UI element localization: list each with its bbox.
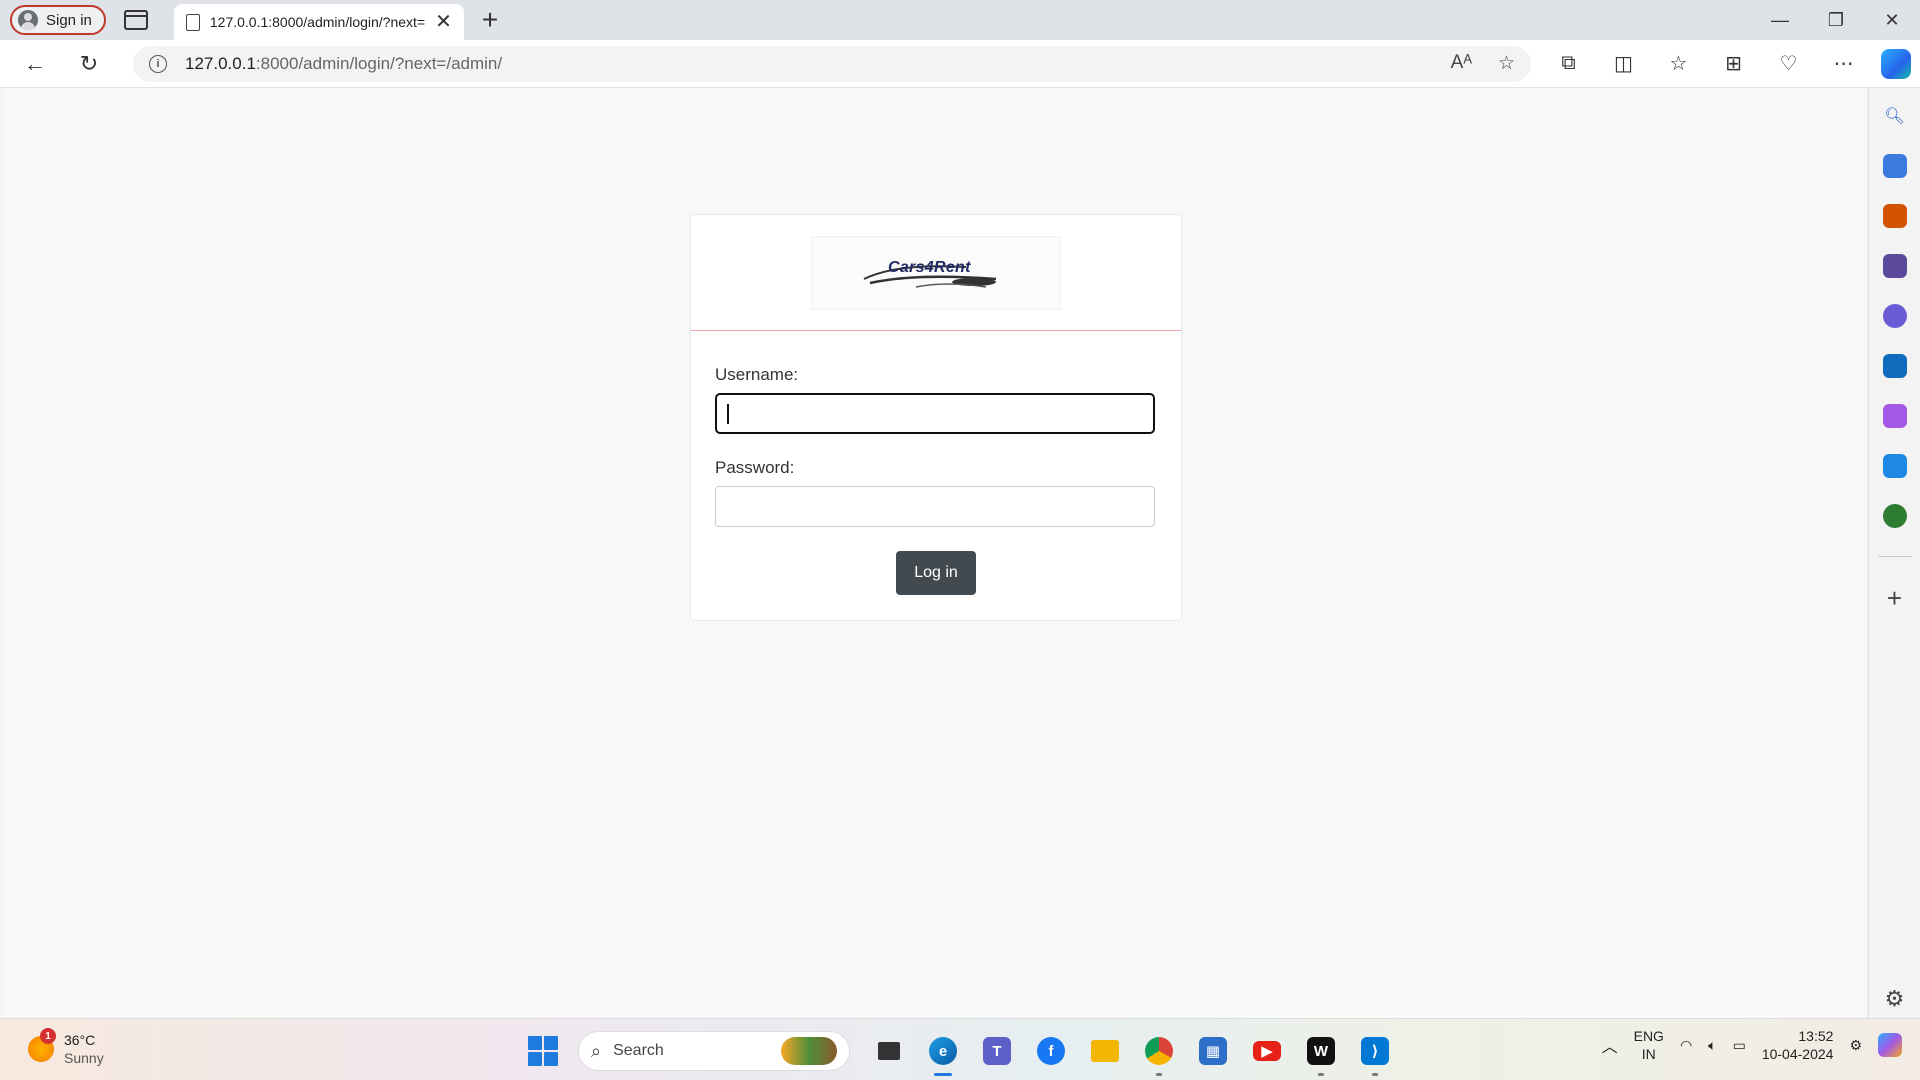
teams-icon[interactable]: T (975, 1029, 1019, 1073)
search-icon: ⌕ (591, 1040, 602, 1061)
text-caret (727, 404, 729, 424)
page-viewport: Cars4Rent Username: Password: Log in (4, 88, 1866, 1018)
add-sidebar-app-icon[interactable]: + (1887, 583, 1902, 614)
back-icon[interactable]: ← (15, 44, 55, 84)
edge-icon[interactable]: e (921, 1029, 965, 1076)
weather-badge: 1 (40, 1028, 56, 1044)
sidebar-divider (1877, 556, 1912, 557)
tab-actions-icon[interactable] (123, 10, 148, 30)
system-tray: ︿ ENG IN ◠ 🔈︎ ▭ 13:52 10-04-2024 ⚙ (1602, 1027, 1902, 1063)
minimize-icon[interactable]: — (1752, 0, 1808, 40)
profile-label: Sign in (46, 11, 92, 29)
webex-icon[interactable]: W (1299, 1029, 1343, 1076)
avatar-icon (18, 10, 38, 30)
clock-time: 13:52 (1798, 1028, 1834, 1044)
tab-title: 127.0.0.1:8000/admin/login/?next=/admin/ (209, 14, 426, 30)
search-placeholder: Search (613, 1042, 664, 1059)
login-button[interactable]: Log in (896, 551, 976, 595)
collections-icon[interactable]: ⊞ (1706, 44, 1761, 84)
address-toolbar: ← ↻ i 127.0.0.1:8000/admin/login/?next=/… (0, 40, 1920, 88)
page-icon (185, 13, 200, 31)
volume-icon[interactable]: 🔈︎ (1708, 1037, 1716, 1054)
browser-essentials-icon[interactable]: ♡ (1761, 44, 1816, 84)
start-icon[interactable] (528, 1036, 558, 1066)
taskbar-apps: ⌕ Search e T f ▦ ▶ W ⟩ (528, 1029, 1402, 1076)
copilot-tray-icon[interactable] (1878, 1033, 1902, 1057)
microsoft-365-icon[interactable] (1882, 304, 1907, 328)
site-info-icon[interactable]: i (149, 54, 167, 73)
vscode-icon[interactable]: ⟩ (1353, 1029, 1397, 1076)
url-path: :8000/admin/login/?next=/admin/ (255, 53, 503, 73)
task-view-icon[interactable] (867, 1029, 911, 1073)
favorite-star-icon[interactable]: ☆ (1498, 52, 1515, 75)
taskbar-search[interactable]: ⌕ Search (578, 1031, 850, 1071)
tools-icon[interactable] (1882, 204, 1907, 228)
restore-icon[interactable]: ❐ (1808, 0, 1864, 40)
active-tab[interactable]: 127.0.0.1:8000/admin/login/?next=/admin/… (173, 4, 464, 40)
favorites-icon[interactable]: ☆ (1651, 44, 1706, 84)
designer-icon[interactable] (1882, 404, 1907, 428)
address-bar[interactable]: i 127.0.0.1:8000/admin/login/?next=/admi… (133, 45, 1531, 82)
windows-taskbar: 1 36°C Sunny ⌕ Search e T f ▦ ▶ W ⟩ ︿ EN… (0, 1018, 1920, 1080)
site-logo: Cars4Rent (811, 235, 1061, 310)
facebook-icon[interactable]: f (1029, 1029, 1073, 1073)
window-controls: — ❐ ✕ (1752, 0, 1920, 40)
chevron-up-icon[interactable]: ︿ (1602, 1033, 1618, 1057)
lang-code: ENG (1633, 1028, 1664, 1044)
wifi-icon[interactable]: ◠ (1680, 1037, 1692, 1054)
profile-button[interactable]: Sign in (10, 5, 106, 35)
outlook-icon[interactable] (1882, 354, 1907, 378)
battery-icon[interactable]: ▭ (1733, 1037, 1746, 1054)
edge-sidebar: 🔍︎ + ⚙ (1868, 88, 1920, 1018)
username-label: Username: (715, 365, 799, 384)
notification-icon[interactable]: ⚙ (1849, 1037, 1862, 1054)
url-text: 127.0.0.1:8000/admin/login/?next=/admin/ (185, 54, 502, 74)
store-icon[interactable]: ▦ (1191, 1029, 1235, 1073)
refresh-icon[interactable]: ↻ (69, 44, 109, 84)
tree-icon[interactable] (1882, 504, 1907, 528)
clock[interactable]: 13:52 10-04-2024 (1762, 1027, 1834, 1063)
chrome-icon[interactable] (1137, 1029, 1181, 1076)
password-input[interactable] (715, 486, 1155, 527)
close-window-icon[interactable]: ✕ (1864, 0, 1920, 40)
logo-text: Cars4Rent (888, 258, 971, 276)
password-label: Password: (715, 458, 795, 477)
login-form: Username: Password: Log in (691, 331, 1181, 595)
tab-strip: Sign in 127.0.0.1:8000/admin/login/?next… (0, 0, 1920, 40)
sidebar-settings-icon[interactable]: ⚙ (1885, 986, 1905, 1012)
login-card: Cars4Rent Username: Password: Log in (690, 214, 1182, 621)
close-tab-icon[interactable]: ✕ (435, 12, 452, 32)
youtube-icon[interactable]: ▶ (1245, 1029, 1289, 1073)
sun-icon: 1 (28, 1028, 56, 1062)
split-screen-icon[interactable]: ◫ (1596, 44, 1651, 84)
extensions-icon[interactable]: ⧉ (1541, 44, 1596, 84)
search-highlight-icon (781, 1037, 837, 1065)
weather-desc: Sunny (64, 1050, 104, 1066)
weather-widget[interactable]: 1 36°C Sunny (28, 1028, 104, 1067)
login-header: Cars4Rent (691, 215, 1181, 331)
copilot-icon[interactable] (1881, 48, 1911, 79)
read-aloud-icon[interactable]: Aᴬ (1451, 52, 1472, 75)
more-menu-icon[interactable]: ⋯ (1816, 44, 1871, 84)
lang-region: IN (1641, 1046, 1656, 1062)
language-indicator[interactable]: ENG IN (1634, 1027, 1664, 1063)
games-icon[interactable] (1882, 254, 1907, 278)
clock-date: 10-04-2024 (1761, 1046, 1834, 1062)
search-icon[interactable]: 🔍︎ (1883, 104, 1907, 128)
new-tab-icon[interactable]: + (482, 6, 498, 34)
file-explorer-icon[interactable] (1083, 1029, 1127, 1073)
url-host: 127.0.0.1 (185, 53, 256, 73)
username-input[interactable] (715, 393, 1155, 434)
weather-temp: 36°C (64, 1032, 96, 1048)
shopping-tag-icon[interactable] (1882, 154, 1907, 178)
send-icon[interactable] (1882, 454, 1907, 478)
